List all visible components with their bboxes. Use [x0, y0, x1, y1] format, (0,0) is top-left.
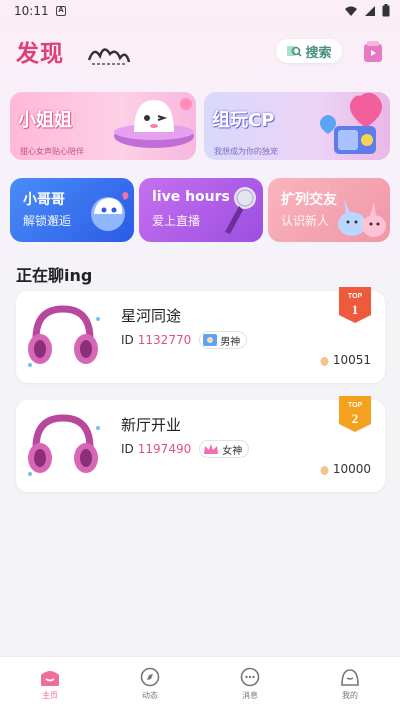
rank-number: 1 [352, 302, 359, 317]
category-friends-subtitle: 认识新人 [281, 214, 330, 228]
search-icon [287, 46, 303, 57]
notification-app-icon: A [56, 6, 66, 16]
room-id-value: 1132770 [137, 333, 192, 347]
signal-icon [365, 5, 375, 16]
status-bar: 10:11 A [0, 0, 400, 24]
title-decoration-icon [87, 48, 131, 65]
banner-girls-subtitle: 甜心女声贴心陪伴 [20, 147, 84, 156]
hearts-radio-illustration-icon [320, 92, 383, 154]
chat-icon [240, 667, 260, 687]
tab-home[interactable]: 主页 [0, 657, 100, 711]
room-heat-count: 10051 [320, 353, 371, 367]
tab-moments-label: 动态 [142, 691, 158, 700]
rank-badge-icon: TOP 1 [339, 287, 371, 323]
banner-cp[interactable]: 组玩CP 我想成为你的独宠 [204, 92, 390, 160]
rank-badge-icon: TOP 2 [339, 396, 371, 432]
rank-number: 2 [352, 411, 359, 426]
headphones-icon [28, 414, 100, 476]
section-title-chatting: 正在聊ing [16, 266, 93, 285]
category-friends-title: 扩列交友 [281, 192, 337, 208]
category-boys-title: 小哥哥 [23, 192, 65, 208]
bunnies-illustration-icon [338, 200, 386, 237]
room-tag-label: 男神 [220, 336, 241, 348]
status-time: 10:11 [14, 4, 49, 18]
rank-top-text: TOP [348, 402, 363, 409]
room-card[interactable]: 星河同途 ID 1132770 男神 10051 TOP 1 [16, 287, 385, 383]
battery-icon [382, 4, 390, 17]
tab-messages-label: 消息 [242, 691, 258, 700]
room-tag-label: 女神 [222, 445, 243, 457]
crown-icon [204, 444, 219, 454]
room-id-label: ID [121, 333, 134, 347]
system-icons [344, 4, 390, 17]
tab-moments[interactable]: 动态 [100, 657, 200, 711]
room-name: 新厅开业 [121, 416, 182, 434]
room-id-row: ID 1197490 女神 [121, 440, 250, 458]
headphones-icon [28, 305, 100, 367]
search-button[interactable]: 搜索 [276, 39, 342, 63]
banner-cp-title: 组玩CP [212, 110, 275, 131]
category-make-friends[interactable]: 扩列交友 认识新人 [268, 178, 390, 242]
flame-icon [320, 465, 329, 475]
microphone-icon [225, 187, 256, 234]
room-heat-count: 10000 [320, 462, 371, 476]
tab-home-label: 主页 [42, 691, 58, 700]
room-card[interactable]: 新厅开业 ID 1197490 女神 10000 TOP 2 [16, 396, 385, 492]
tab-profile[interactable]: 我的 [300, 657, 400, 711]
rank-top-text: TOP [348, 293, 363, 300]
wifi-icon [345, 6, 357, 16]
category-boys[interactable]: 小哥哥 解锁邂逅 [10, 178, 134, 242]
flame-icon [320, 356, 329, 366]
ghost-ufo-illustration-icon [114, 98, 194, 148]
room-tag: 男神 [199, 331, 248, 349]
room-id-value: 1197490 [137, 442, 192, 456]
compass-icon [140, 667, 160, 687]
room-id-label: ID [121, 442, 134, 456]
banner-cp-subtitle: 我想成为你的独宠 [214, 147, 278, 156]
category-live-hours[interactable]: live hours 爱上直播 [139, 178, 263, 242]
home-icon [41, 671, 59, 686]
search-label: 搜索 [305, 45, 332, 61]
page-title: 发现 [16, 41, 64, 67]
room-name: 星河同途 [121, 307, 182, 325]
male-avatar-icon [203, 334, 218, 346]
robot-mascot-icon [91, 192, 129, 231]
room-id-row: ID 1132770 男神 [121, 331, 248, 349]
tab-profile-label: 我的 [342, 691, 358, 700]
room-heat-value: 10000 [332, 462, 371, 476]
category-live-subtitle: 爱上直播 [152, 214, 201, 228]
banner-girls-title: 小姐姐 [18, 110, 72, 131]
bottom-tab-bar: 主页 动态 消息 我的 [0, 656, 400, 711]
banner-girls[interactable]: 小姐姐 甜心女声贴心陪伴 [10, 92, 196, 160]
category-boys-subtitle: 解锁邂逅 [23, 214, 72, 228]
tab-messages[interactable]: 消息 [200, 657, 300, 711]
room-tag: 女神 [199, 440, 250, 458]
my-room-icon[interactable] [361, 40, 385, 64]
profile-icon [341, 669, 359, 686]
room-heat-value: 10051 [332, 353, 371, 367]
